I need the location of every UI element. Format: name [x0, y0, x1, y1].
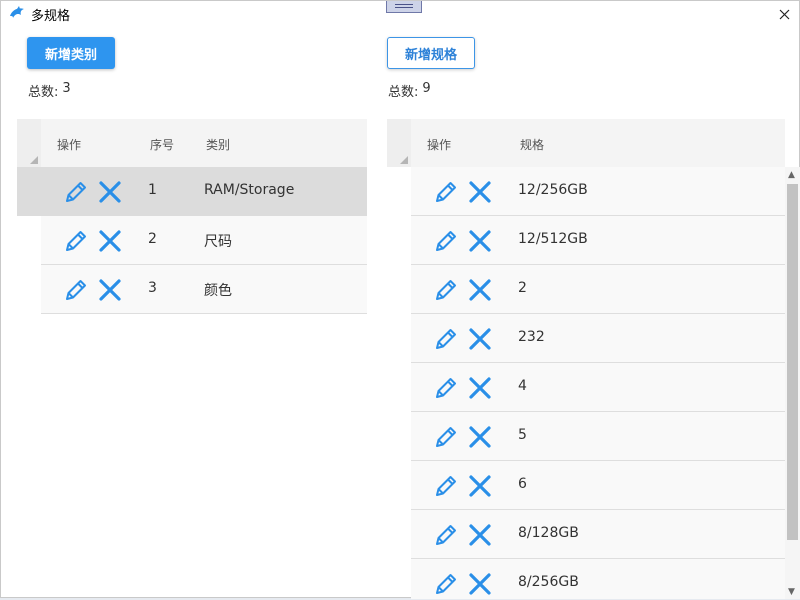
row-spec: 8/256GB: [518, 574, 579, 590]
scroll-up-arrow[interactable]: ▲: [788, 170, 795, 180]
scroll-down-arrow[interactable]: ▼: [788, 587, 795, 597]
row-index: 2: [148, 231, 157, 247]
delete-x-icon[interactable]: [98, 278, 122, 302]
table-row[interactable]: 8/256GB: [411, 559, 785, 599]
add-spec-button[interactable]: 新增规格: [387, 37, 475, 69]
delete-x-icon[interactable]: [468, 180, 492, 204]
edit-pencil-icon[interactable]: [433, 375, 459, 401]
edit-pencil-icon[interactable]: [63, 179, 89, 205]
category-grid: 操作 序号 类别 1 RAM/Storage 2 尺码 3 颜色: [17, 119, 367, 317]
scroll-thumb[interactable]: [787, 184, 798, 540]
edit-pencil-icon[interactable]: [433, 473, 459, 499]
edit-pencil-icon[interactable]: [433, 522, 459, 548]
count-value: 3: [62, 81, 71, 96]
delete-x-icon[interactable]: [468, 376, 492, 400]
row-spec: 4: [518, 378, 527, 394]
edit-pencil-icon[interactable]: [433, 228, 459, 254]
edit-pencil-icon[interactable]: [433, 277, 459, 303]
spec-grid: 操作 规格 12/256GB 12/512GB 2 232 4 5 6 8/128GB 8/25…: [387, 119, 785, 599]
row-spec: 12/256GB: [518, 182, 588, 198]
table-row[interactable]: 12/256GB: [411, 167, 785, 216]
edit-pencil-icon[interactable]: [433, 424, 459, 450]
row-category: 颜色: [204, 283, 232, 299]
count-value: 9: [422, 81, 431, 96]
close-icon: [779, 9, 789, 19]
row-spec: 6: [518, 476, 527, 492]
row-spec: 5: [518, 427, 527, 443]
select-all-corner[interactable]: [387, 119, 411, 167]
delete-x-icon[interactable]: [468, 523, 492, 547]
row-index: 1: [148, 182, 157, 198]
header-category[interactable]: 类别: [206, 136, 230, 153]
edit-pencil-icon[interactable]: [433, 179, 459, 205]
row-category: RAM/Storage: [204, 182, 295, 198]
delete-x-icon[interactable]: [468, 278, 492, 302]
table-row[interactable]: 3 颜色: [41, 265, 367, 314]
edit-pencil-icon[interactable]: [433, 326, 459, 352]
delete-x-icon[interactable]: [468, 572, 492, 596]
header-index[interactable]: 序号: [150, 136, 174, 153]
vertical-scrollbar[interactable]: ▲ ▼: [785, 167, 800, 599]
count-label: 总数:: [28, 85, 59, 100]
row-category: 尺码: [204, 234, 232, 250]
count-label: 总数:: [388, 85, 419, 100]
edit-pencil-icon[interactable]: [63, 277, 89, 303]
window-title: 多规格: [31, 9, 71, 24]
row-index: 3: [148, 280, 157, 296]
close-button[interactable]: [769, 1, 799, 27]
row-spec: 8/128GB: [518, 525, 579, 541]
add-category-button[interactable]: 新增类别: [27, 37, 115, 69]
table-row[interactable]: 4: [411, 363, 785, 412]
grid-header: 操作 序号 类别: [17, 119, 367, 167]
row-spec: 232: [518, 329, 545, 345]
row-spec: 12/512GB: [518, 231, 588, 247]
table-row[interactable]: 12/512GB: [411, 216, 785, 265]
delete-x-icon[interactable]: [468, 327, 492, 351]
dolphin-icon: [10, 6, 24, 18]
table-row[interactable]: 1 RAM/Storage: [17, 167, 367, 216]
delete-x-icon[interactable]: [468, 474, 492, 498]
row-spec: 2: [518, 280, 527, 296]
table-row[interactable]: 2: [411, 265, 785, 314]
table-row[interactable]: 232: [411, 314, 785, 363]
category-count: 总数: 3: [28, 81, 71, 100]
header-spec[interactable]: 规格: [520, 136, 544, 153]
spec-count: 总数: 9: [388, 81, 431, 100]
table-row[interactable]: 6: [411, 461, 785, 510]
delete-x-icon[interactable]: [98, 229, 122, 253]
table-row[interactable]: 2 尺码: [41, 216, 367, 265]
edit-pencil-icon[interactable]: [433, 571, 459, 597]
header-action[interactable]: 操作: [57, 136, 81, 153]
header-action[interactable]: 操作: [427, 136, 451, 153]
delete-x-icon[interactable]: [98, 180, 122, 204]
grid-header: 操作 规格: [387, 119, 785, 167]
drag-handle[interactable]: [386, 1, 422, 13]
delete-x-icon[interactable]: [468, 425, 492, 449]
table-row[interactable]: 8/128GB: [411, 510, 785, 559]
edit-pencil-icon[interactable]: [63, 228, 89, 254]
select-all-corner[interactable]: [17, 119, 41, 167]
table-row[interactable]: 5: [411, 412, 785, 461]
delete-x-icon[interactable]: [468, 229, 492, 253]
dialog-window: 多规格 新增类别 总数: 3 操作 序号 类别 1 RAM/Storage 2 尺码 3…: [0, 0, 800, 599]
